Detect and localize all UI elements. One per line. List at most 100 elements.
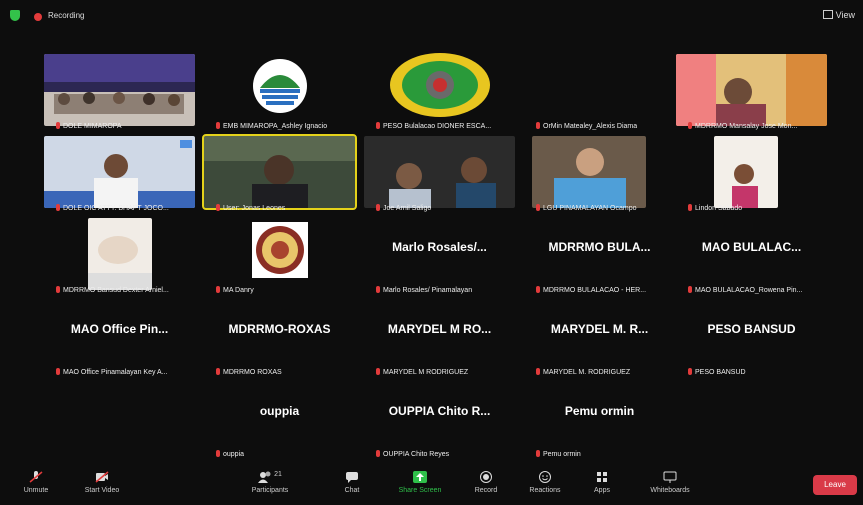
participant-display-name: MARYDEL M RO...	[387, 322, 492, 336]
muted-mic-icon	[376, 122, 380, 129]
meeting-top-bar: Recording View	[0, 0, 863, 30]
participant-name: Lindon Sabado	[688, 204, 742, 212]
participant-tile[interactable]: DOLE MIMAROPA	[44, 50, 204, 132]
participant-name: PESO BANSUD	[688, 368, 746, 376]
participant-name: MDRRMO Bansud Dexter Arniel...	[56, 286, 169, 294]
participant-video-feed	[714, 136, 778, 208]
grid-view-icon	[822, 10, 833, 19]
share-screen-icon	[413, 471, 427, 483]
participant-tile[interactable]: OrMin Matealey_Alexis Diama	[524, 50, 684, 132]
active-speaker-tile[interactable]: User: Jonas Leones	[202, 132, 364, 214]
participant-tile[interactable]: OUPPIA Chito R... OUPPIA Chito Reyes	[364, 378, 524, 460]
apps-button[interactable]: Apps	[572, 471, 632, 494]
muted-mic-icon	[688, 286, 692, 293]
participant-video	[532, 136, 646, 208]
unmute-label: Unmute	[23, 487, 49, 494]
participant-display-name: MAO BULALAC...	[701, 240, 802, 254]
participant-tile[interactable]: DOLE OIC ATTY. BHAPT JOCO...	[44, 132, 204, 214]
recording-label: Recording	[48, 11, 85, 20]
participant-name: MDRRMO ROXAS	[216, 368, 282, 376]
muted-mic-icon	[376, 286, 380, 293]
muted-mic-icon	[216, 450, 220, 457]
participant-video	[364, 136, 515, 208]
participant-tile[interactable]: MA Danry	[204, 214, 364, 296]
participant-tile[interactable]: MAO BULALAC... MAO BULALACAO_Rowena Pin.…	[676, 214, 836, 296]
muted-mic-icon	[216, 286, 220, 293]
participant-tile[interactable]: MARYDEL M. R... MARYDEL M. RODRIGUEZ	[524, 296, 684, 378]
reactions-button[interactable]: Reactions	[515, 471, 575, 494]
participant-tile[interactable]: Lindon Sabado	[676, 132, 836, 214]
share-screen-button[interactable]: Share Screen	[390, 471, 450, 494]
participant-tile[interactable]: MAO Office Pin... MAO Office Pinamalayan…	[44, 296, 204, 378]
participant-tile[interactable]: MDRRMO Mansalay Jose Mon...	[676, 50, 836, 132]
participant-tile[interactable]: EMB MIMAROPA_Ashley Ignacio	[204, 50, 364, 132]
whiteboard-icon	[663, 471, 677, 483]
participant-name: MDRRMO BULALACAO - HER...	[536, 286, 646, 294]
participant-tile[interactable]: Pemu ormin Pemu ormin	[524, 378, 684, 460]
record-icon	[480, 471, 492, 483]
participant-tile[interactable]: LGU PINAMALAYAN Ocampo	[524, 132, 684, 214]
security-shield-icon[interactable]	[10, 10, 20, 21]
participant-name: Pemu ormin	[536, 450, 581, 458]
chat-icon	[346, 472, 358, 483]
leave-button[interactable]: Leave	[813, 475, 857, 495]
muted-microphone-icon	[29, 471, 43, 483]
muted-mic-icon	[688, 122, 692, 129]
muted-mic-icon	[56, 368, 60, 375]
participant-tile[interactable]: PESO Bulalacao DIONER ESCA...	[364, 50, 524, 132]
participant-video	[714, 136, 778, 208]
muted-mic-icon	[376, 450, 380, 457]
participant-name: ouppia	[216, 450, 244, 458]
muted-mic-icon	[536, 204, 540, 211]
participant-display-name: ouppia	[259, 404, 300, 418]
participant-video	[44, 136, 195, 208]
muted-mic-icon	[216, 204, 220, 211]
view-button[interactable]: View	[822, 10, 855, 20]
participant-name: DOLE MIMAROPA	[56, 122, 122, 130]
gallery-grid: DOLE MIMAROPA EMB MIMAROPA_Ashley Ignaci…	[36, 50, 836, 464]
participant-tile[interactable]: MDRRMO BULA... MDRRMO BULALACAO - HER...	[524, 214, 684, 296]
participant-tile[interactable]: Joe Arnil Saligo	[364, 132, 524, 214]
muted-mic-icon	[536, 368, 540, 375]
participant-name: MAO BULALACAO_Rowena Pin...	[688, 286, 802, 294]
whiteboards-button[interactable]: Whiteboards	[640, 471, 700, 494]
chat-button[interactable]: Chat	[322, 471, 382, 494]
apps-label: Apps	[594, 487, 610, 494]
record-button[interactable]: Record	[456, 471, 516, 494]
participant-name: OrMin Matealey_Alexis Diama	[536, 122, 637, 130]
participant-display-name: Marlo Rosales/...	[392, 240, 487, 254]
participant-display-name: MDRRMO-ROXAS	[228, 322, 331, 336]
muted-mic-icon	[216, 122, 220, 129]
participants-button[interactable]: 21 Participants	[240, 471, 300, 494]
participant-display-name: Pemu ormin	[564, 404, 635, 418]
chat-label: Chat	[344, 487, 360, 494]
participant-name: MARYDEL M RODRIGUEZ	[376, 368, 468, 376]
muted-mic-icon	[376, 368, 380, 375]
video-off-icon	[95, 471, 109, 483]
meeting-toolbar: Unmute Start Video 21 Participants Chat …	[0, 466, 863, 505]
participant-video-feed	[88, 218, 152, 290]
participant-name: PESO Bulalacao DIONER ESCA...	[376, 122, 491, 130]
participant-name: Marlo Rosales/ Pinamalayan	[376, 286, 472, 294]
participant-tile[interactable]: MARYDEL M RO... MARYDEL M RODRIGUEZ	[364, 296, 524, 378]
muted-mic-icon	[56, 122, 60, 129]
muted-mic-icon	[216, 368, 220, 375]
participant-tile[interactable]: PESO BANSUD PESO BANSUD	[676, 296, 836, 378]
muted-mic-icon	[536, 286, 540, 293]
unmute-button[interactable]: Unmute	[6, 471, 66, 494]
start-video-button[interactable]: Start Video	[72, 471, 132, 494]
participants-icon	[258, 471, 271, 483]
participant-tile[interactable]: MDRRMO Bansud Dexter Arniel...	[44, 214, 204, 296]
muted-mic-icon	[56, 286, 60, 293]
participant-video	[676, 54, 827, 126]
whiteboards-label: Whiteboards	[650, 487, 690, 494]
emb-logo-avatar	[253, 59, 307, 113]
participant-display-name: OUPPIA Chito R...	[388, 404, 491, 418]
participant-tile[interactable]: Marlo Rosales/... Marlo Rosales/ Pinamal…	[364, 214, 524, 296]
participant-name: MDRRMO Mansalay Jose Mon...	[688, 122, 797, 130]
participant-tile[interactable]: ouppia ouppia	[204, 378, 364, 460]
participant-tile[interactable]: MDRRMO-ROXAS MDRRMO ROXAS	[204, 296, 364, 378]
start-video-label: Start Video	[84, 487, 120, 494]
participant-name: OUPPIA Chito Reyes	[376, 450, 449, 458]
muted-mic-icon	[536, 122, 540, 129]
